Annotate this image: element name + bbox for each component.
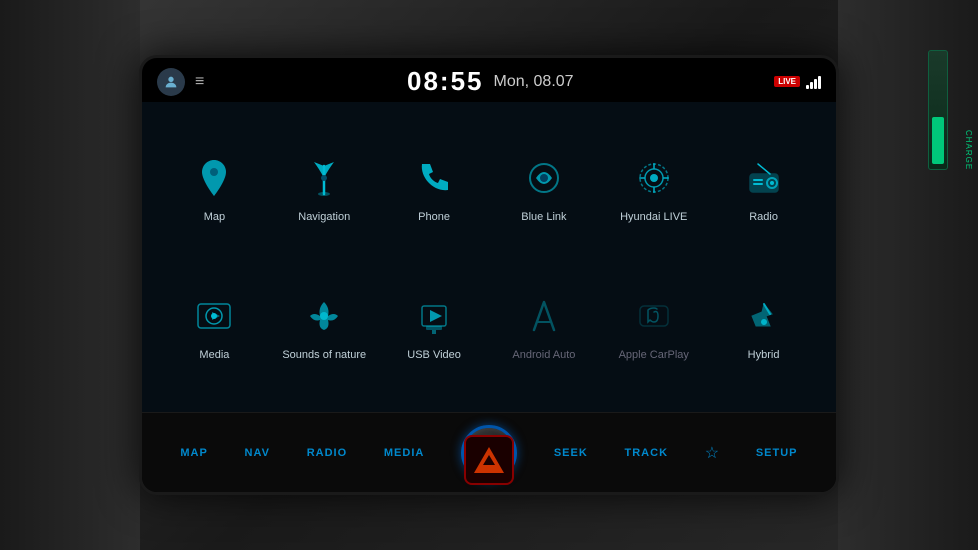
date: Mon, 08.07: [494, 73, 574, 91]
app-bluelink-label: Blue Link: [521, 210, 566, 224]
status-right: LIVE: [774, 75, 821, 89]
app-hyundailive-label: Hyundai LIVE: [620, 210, 687, 224]
app-hybrid[interactable]: Hybrid: [711, 260, 816, 393]
applecarplay-icon: [628, 290, 680, 342]
usbvideo-icon: [408, 290, 460, 342]
radio-icon: [738, 152, 790, 204]
app-androidauto[interactable]: Android Auto: [492, 260, 597, 393]
app-media-label: Media: [199, 348, 229, 362]
charge-indicator: [928, 50, 948, 170]
screen-inner: Map Navigation: [142, 102, 836, 412]
app-map-label: Map: [204, 210, 225, 224]
car-dashboard: CHARGE ≡ 08:55 Mon, 08.07: [0, 0, 978, 550]
androidauto-icon: [518, 290, 570, 342]
navigation-icon: [298, 152, 350, 204]
app-bluelink[interactable]: Blue Link: [492, 122, 597, 255]
charge-text: CHARGE: [964, 130, 973, 170]
signal-bar-2: [810, 82, 813, 89]
live-badge: LIVE: [774, 76, 800, 87]
app-applecarplay-label: Apple CarPlay: [619, 348, 689, 362]
app-radio-label: Radio: [749, 210, 778, 224]
charge-level: [932, 117, 944, 164]
app-androidauto-label: Android Auto: [512, 348, 575, 362]
app-map[interactable]: Map: [162, 122, 267, 255]
app-usbvideo[interactable]: USB Video: [382, 260, 487, 393]
app-navigation[interactable]: Navigation: [272, 122, 377, 255]
media-icon: [188, 290, 240, 342]
bluelink-icon: [518, 152, 570, 204]
hyundailive-icon: [628, 152, 680, 204]
app-hyundailive[interactable]: Hyundai LIVE: [601, 122, 706, 255]
hybrid-icon: [738, 290, 790, 342]
app-soundsofnature-label: Sounds of nature: [282, 348, 366, 362]
profile-icon[interactable]: [157, 68, 185, 96]
menu-icon[interactable]: ≡: [195, 73, 206, 91]
app-usbvideo-label: USB Video: [407, 348, 461, 362]
status-bar: ≡ 08:55 Mon, 08.07 LIVE: [142, 58, 836, 102]
ctrl-map[interactable]: MAP: [180, 447, 207, 459]
app-phone[interactable]: Phone: [382, 122, 487, 255]
signal-bars: [806, 75, 821, 89]
signal-bar-3: [814, 79, 817, 89]
hazard-triangle-icon: [474, 447, 504, 473]
ctrl-track[interactable]: TRACK: [625, 447, 669, 459]
clock: 08:55: [407, 66, 484, 97]
hazard-area: [389, 425, 589, 495]
status-left: ≡: [157, 68, 206, 96]
app-navigation-label: Navigation: [298, 210, 350, 224]
app-phone-label: Phone: [418, 210, 450, 224]
dash-right: CHARGE: [838, 0, 978, 550]
ctrl-setup[interactable]: SETUP: [756, 447, 798, 459]
app-applecarplay[interactable]: Apple CarPlay: [601, 260, 706, 393]
soundsofnature-icon: [298, 290, 350, 342]
signal-bar-1: [806, 85, 809, 89]
app-radio[interactable]: Radio: [711, 122, 816, 255]
signal-bar-4: [818, 76, 821, 89]
ctrl-radio[interactable]: RADIO: [307, 447, 347, 459]
phone-icon: [408, 152, 460, 204]
ctrl-nav[interactable]: NAV: [245, 447, 270, 459]
app-hybrid-label: Hybrid: [748, 348, 780, 362]
app-soundsofnature[interactable]: Sounds of nature: [272, 260, 377, 393]
favorites-star-icon[interactable]: ☆: [705, 443, 719, 463]
hazard-button[interactable]: [464, 435, 514, 485]
screen-wrapper: ≡ 08:55 Mon, 08.07 LIVE: [139, 55, 839, 495]
app-grid: Map Navigation: [157, 112, 821, 402]
map-icon: [188, 152, 240, 204]
app-media[interactable]: Media: [162, 260, 267, 393]
time-display: 08:55 Mon, 08.07: [407, 66, 574, 97]
dash-left: [0, 0, 140, 550]
